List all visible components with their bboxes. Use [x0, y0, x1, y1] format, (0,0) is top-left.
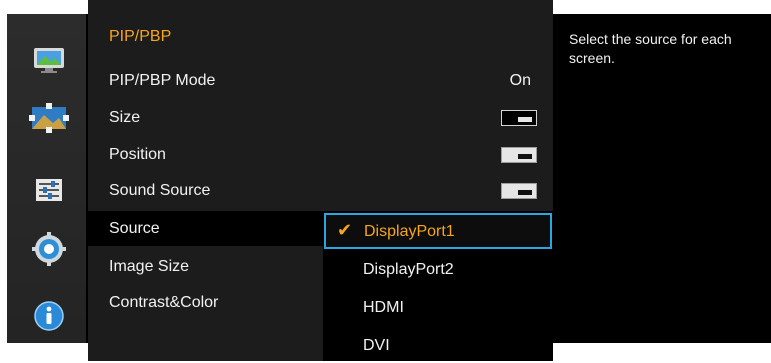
menu-item-label: Contrast&Color — [109, 294, 219, 311]
menu-item-label: Image Size — [109, 258, 190, 275]
menu-item-size[interactable]: Size — [88, 100, 553, 135]
menu-item-position[interactable]: Position — [88, 137, 553, 172]
information-icon[interactable] — [27, 296, 71, 336]
menu-item-sound-source[interactable]: Sound Source — [88, 173, 553, 208]
checkmark-icon: ✔ — [337, 220, 353, 240]
help-panel: Select the source for each screen. — [553, 14, 771, 343]
source-option-label: DVI — [363, 337, 390, 354]
menu-item-image-size[interactable]: Image Size — [88, 249, 323, 284]
source-option-label: HDMI — [363, 299, 404, 316]
menu-item-pip-pbp-mode[interactable]: PIP/PBP Mode On — [88, 63, 553, 98]
menu-item-label: Position — [109, 146, 166, 163]
menu-item-label: PIP/PBP Mode — [109, 72, 216, 89]
menu-item-label: Sound Source — [109, 182, 211, 199]
menu-item-label: Source — [109, 220, 160, 237]
system-gear-icon[interactable] — [27, 229, 71, 269]
source-option-displayport2[interactable]: DisplayPort2 — [323, 249, 553, 287]
source-option-dvi[interactable]: DVI — [323, 325, 553, 363]
menu-title: PIP/PBP — [109, 28, 172, 45]
settings-sliders-icon[interactable] — [27, 170, 71, 210]
menu-item-contrast-color[interactable]: Contrast&Color — [88, 285, 323, 320]
menu-item-label: Size — [109, 109, 141, 126]
position-preview-icon — [501, 147, 537, 163]
onscreen-display-icon[interactable] — [27, 98, 71, 138]
source-option-hdmi[interactable]: HDMI — [323, 287, 553, 325]
size-preview-icon — [501, 110, 537, 126]
sound-source-preview-icon — [501, 183, 537, 199]
picture-icon[interactable] — [27, 40, 71, 80]
source-option-label: DisplayPort1 — [364, 223, 455, 240]
help-text: Select the source for each screen. — [569, 31, 732, 66]
menu-item-source[interactable]: Source — [88, 211, 323, 246]
pip-pbp-mode-value: On — [509, 72, 531, 89]
source-dropdown: ✔ DisplayPort1 DisplayPort2 HDMI DVI — [323, 211, 553, 361]
source-option-displayport1[interactable]: ✔ DisplayPort1 — [324, 213, 552, 249]
category-rail — [7, 14, 86, 343]
source-option-label: DisplayPort2 — [363, 261, 454, 278]
